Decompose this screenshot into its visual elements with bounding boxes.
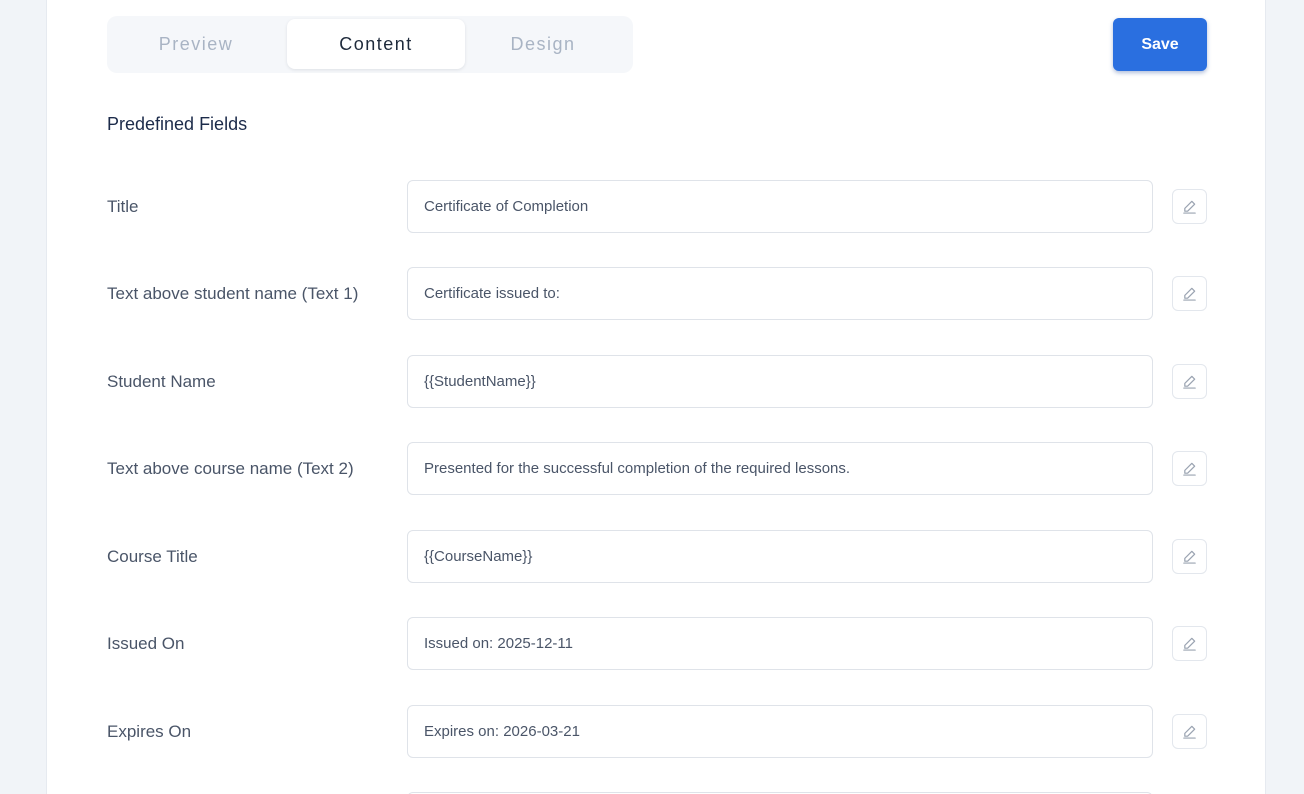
- text2-input[interactable]: [407, 442, 1153, 495]
- pencil-icon: [1183, 200, 1196, 214]
- text1-input[interactable]: [407, 267, 1153, 320]
- edit-button[interactable]: [1172, 451, 1207, 486]
- student-name-input[interactable]: [407, 355, 1153, 408]
- field-row-course-title: Course Title: [47, 530, 1265, 583]
- pencil-icon: [1183, 725, 1196, 739]
- pencil-icon: [1183, 550, 1196, 564]
- tab-design[interactable]: Design: [454, 19, 632, 69]
- field-label: Issued On: [107, 633, 185, 653]
- issued-on-input[interactable]: [407, 617, 1153, 670]
- field-row-text1: Text above student name (Text 1): [47, 267, 1265, 320]
- field-row-issued-on: Issued On: [47, 617, 1265, 670]
- edit-button[interactable]: [1172, 539, 1207, 574]
- edit-button[interactable]: [1172, 276, 1207, 311]
- field-row-expires-on: Expires On: [47, 705, 1265, 758]
- field-label: Text above course name (Text 2): [107, 458, 354, 478]
- section-title: Predefined Fields: [107, 114, 248, 134]
- title-input[interactable]: [407, 180, 1153, 233]
- pencil-icon: [1183, 637, 1196, 651]
- expires-on-input[interactable]: [407, 705, 1153, 758]
- field-label: Text above student name (Text 1): [107, 283, 359, 303]
- field-row-student-name: Student Name: [47, 355, 1265, 408]
- pencil-icon: [1183, 375, 1196, 389]
- edit-button[interactable]: [1172, 626, 1207, 661]
- course-title-input[interactable]: [407, 530, 1153, 583]
- field-label: Course Title: [107, 546, 198, 566]
- save-button[interactable]: Save: [1113, 18, 1207, 71]
- edit-button[interactable]: [1172, 189, 1207, 224]
- edit-button[interactable]: [1172, 714, 1207, 749]
- field-row-title: Title: [47, 180, 1265, 233]
- field-label: Student Name: [107, 371, 216, 391]
- edit-button[interactable]: [1172, 364, 1207, 399]
- tab-bar: Preview Content Design: [107, 16, 633, 73]
- field-label: Title: [107, 196, 139, 216]
- field-label: Expires On: [107, 721, 192, 741]
- content-card: Preview Content Design Save Predefined F…: [46, 0, 1266, 794]
- field-row-text2: Text above course name (Text 2): [47, 442, 1265, 495]
- tab-content[interactable]: Content: [287, 19, 465, 69]
- pencil-icon: [1183, 462, 1196, 476]
- pencil-icon: [1183, 287, 1196, 301]
- tab-preview[interactable]: Preview: [107, 19, 285, 69]
